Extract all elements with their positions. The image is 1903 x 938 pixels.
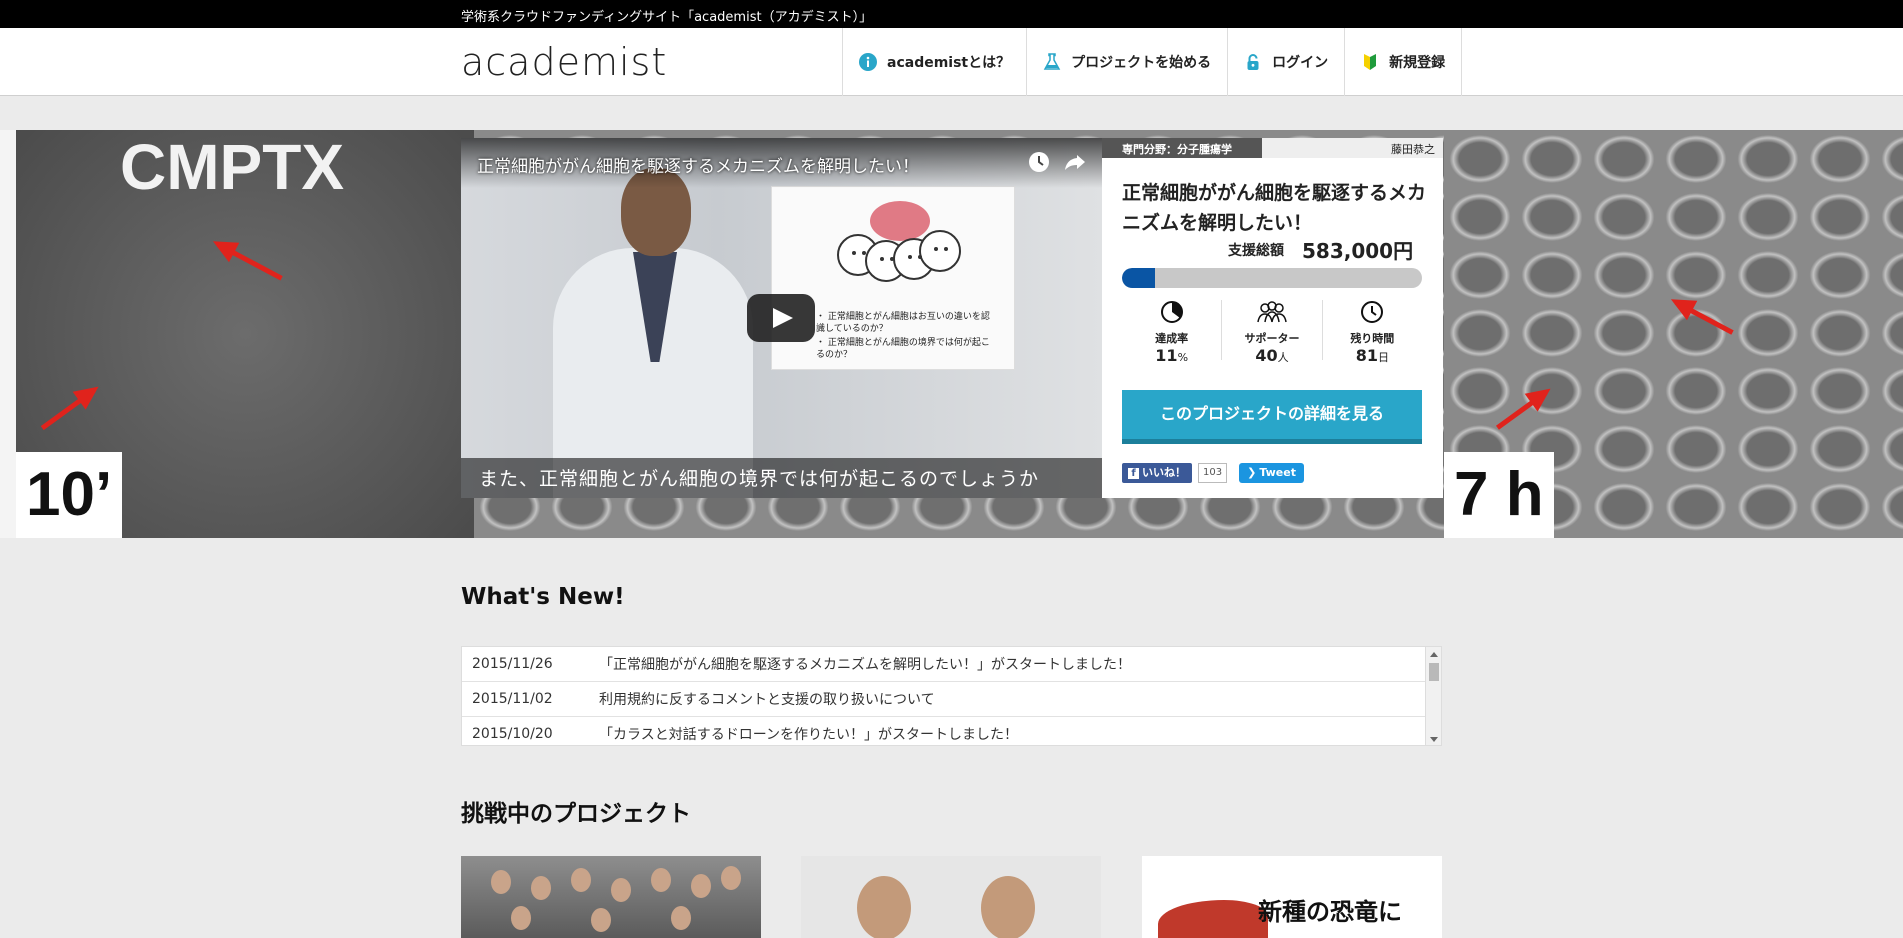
lock-icon [1244,53,1262,71]
pie-icon [1160,301,1183,323]
video-title[interactable]: 正常細胞ががん細胞を駆逐するメカニズムを解明したい！ [477,152,919,177]
clock-icon [1361,301,1384,323]
logo-text: academist [461,40,668,84]
twitter-icon: ❯ [1247,466,1257,479]
watch-later-icon[interactable] [1027,150,1051,174]
nav-login-label: ログイン [1272,55,1329,71]
news-date: 2015/11/26 [472,656,553,672]
stat-achievement: 達成率 11% [1122,300,1223,364]
stat-value: 40 [1255,346,1278,365]
stat-label: 達成率 [1155,332,1189,345]
site-logo[interactable]: academist [461,40,667,84]
project-thumbnail[interactable] [461,856,761,938]
facebook-like-label: いいね！ [1142,466,1186,479]
stat-label: 残り時間 [1350,332,1395,345]
dinosaur-image [1158,900,1268,938]
project-thumbnail-text: 新種の恐竜に [1258,898,1402,926]
total-funding-label: 支援総額 [1228,243,1284,259]
hero-image-right: 7 h [1444,130,1903,538]
project-detail-button[interactable]: このプロジェクトの詳細を見る [1122,390,1422,444]
red-arrow [216,242,283,281]
scroll-down-icon[interactable] [1430,737,1438,742]
project-field: 専門分野：分子腫瘍学 [1102,138,1262,158]
project-title[interactable]: 正常細胞ががん細胞を駆逐するメカニズムを解明したい！ [1122,178,1432,238]
stat-value: 11 [1155,346,1178,365]
share-icon[interactable] [1063,150,1087,174]
image-caption: CMPTX [120,131,344,203]
stat-supporters: サポーター 40人 [1222,300,1323,364]
time-label: 10’ [16,452,123,538]
time-label: 7 h [1444,452,1554,538]
red-arrow [40,388,96,431]
slide-bullet: ・ 正常細胞とがん細胞の境界では何が起こるのか？ [816,338,990,360]
people-icon [1257,301,1287,323]
facebook-like-button[interactable]: f いいね！ [1122,463,1192,483]
scroll-up-icon[interactable] [1430,652,1438,657]
slide-bullet: ・ 正常細胞とがん細胞はお互いの違いを認識しているのか？ [816,312,990,334]
stat-value: 81 [1355,346,1378,365]
video-subtitle: また、正常細胞とがん細胞の境界では何が起こるのでしょうか [461,458,1102,498]
news-list: 2015/11/26 「正常細胞ががん細胞を駆逐するメカニズムを解明したい！」が… [461,646,1442,746]
scroll-thumb[interactable] [1429,663,1439,681]
news-text: 「正常細胞ががん細胞を駆逐するメカニズムを解明したい！」がスタートしました！ [599,657,1131,673]
total-funding-value: 583,000円 [1302,239,1414,263]
funding-progress-bar [1122,268,1422,288]
nav-about[interactable]: academistとは？ [842,28,1026,96]
nav-login[interactable]: ログイン [1227,28,1344,96]
nav-start-project-label: プロジェクトを始める [1071,55,1212,71]
active-projects-title: 挑戦中のプロジェクト [461,801,691,827]
news-text: 「カラスと対話するドローンを作りたい！」がスタートしました！ [599,727,1019,743]
facebook-icon: f [1128,468,1139,479]
project-stats: 達成率 11% サポーター 40人 残り時間 81日 [1122,300,1422,364]
whats-new-title: What's New! [461,584,625,610]
news-date: 2015/10/20 [472,726,553,742]
main-nav: academistとは？ プロジェクトを始める ログイン 新規登録 [842,28,1463,96]
stat-time-left: 残り時間 81日 [1323,300,1422,364]
stat-unit: % [1177,351,1189,364]
project-video[interactable]: ・ 正常細胞とがん細胞はお互いの違いを認識しているのか？ ・ 正常細胞とがん細胞… [461,138,1102,498]
tweet-button[interactable]: ❯ Tweet [1239,463,1304,483]
top-bar: 学術系クラウドファンディングサイト「academist（アカデミスト）」 [0,0,1903,28]
hero-banner: CMPTX 10’ 7 h ・ 正常細胞とがん細胞はお互いの違いを認識しているの… [0,130,1903,538]
cell-illustration [837,201,961,282]
social-buttons: f いいね！ 103 ❯ Tweet [1122,463,1304,483]
facebook-like-count: 103 [1198,463,1228,483]
video-slide: ・ 正常細胞とがん細胞はお互いの違いを認識しているのか？ ・ 正常細胞とがん細胞… [771,186,1015,370]
site-tagline: 学術系クラウドファンディングサイト「academist（アカデミスト）」 [461,10,873,25]
nav-register-label: 新規登録 [1389,55,1446,71]
info-icon [859,53,877,71]
news-text: 利用規約に反するコメントと支援の取り扱いについて [599,692,935,708]
stat-unit: 人 [1277,351,1289,364]
speaker-figure [553,168,753,498]
project-thumbnails: 新種の恐竜に [461,856,1442,938]
project-author[interactable]: 藤田恭之 [1262,138,1443,158]
nav-register[interactable]: 新規登録 [1344,28,1463,96]
news-item[interactable]: 2015/11/02 利用規約に反するコメントと支援の取り扱いについて [462,682,1441,717]
progress-fill [1122,268,1155,288]
project-thumbnail[interactable] [801,856,1101,938]
featured-project-card: 専門分野：分子腫瘍学 藤田恭之 正常細胞ががん細胞を駆逐するメカニズムを解明した… [1102,138,1443,498]
nav-about-label: academistとは？ [887,55,1011,71]
news-scrollbar[interactable] [1425,647,1441,745]
news-item[interactable]: 2015/11/26 「正常細胞ががん細胞を駆逐するメカニズムを解明したい！」が… [462,647,1441,682]
beginner-mark-icon [1361,53,1379,71]
tweet-label: Tweet [1259,466,1296,479]
hero-image-left: CMPTX 10’ [16,130,474,538]
site-header: academist academistとは？ プロジェクトを始める ログイン 新… [0,28,1903,96]
news-date: 2015/11/02 [472,691,553,707]
slide-bullets: ・ 正常細胞とがん細胞はお互いの違いを認識しているのか？ ・ 正常細胞とがん細胞… [816,311,996,363]
news-item[interactable]: 2015/10/20 「カラスと対話するドローンを作りたい！」がスタートしました… [462,717,1441,745]
project-thumbnail[interactable]: 新種の恐竜に [1142,856,1442,938]
stat-label: サポーター [1244,332,1300,345]
play-button[interactable] [747,294,815,342]
flask-icon [1043,53,1061,71]
nav-start-project[interactable]: プロジェクトを始める [1026,28,1227,96]
stat-unit: 日 [1377,351,1389,364]
